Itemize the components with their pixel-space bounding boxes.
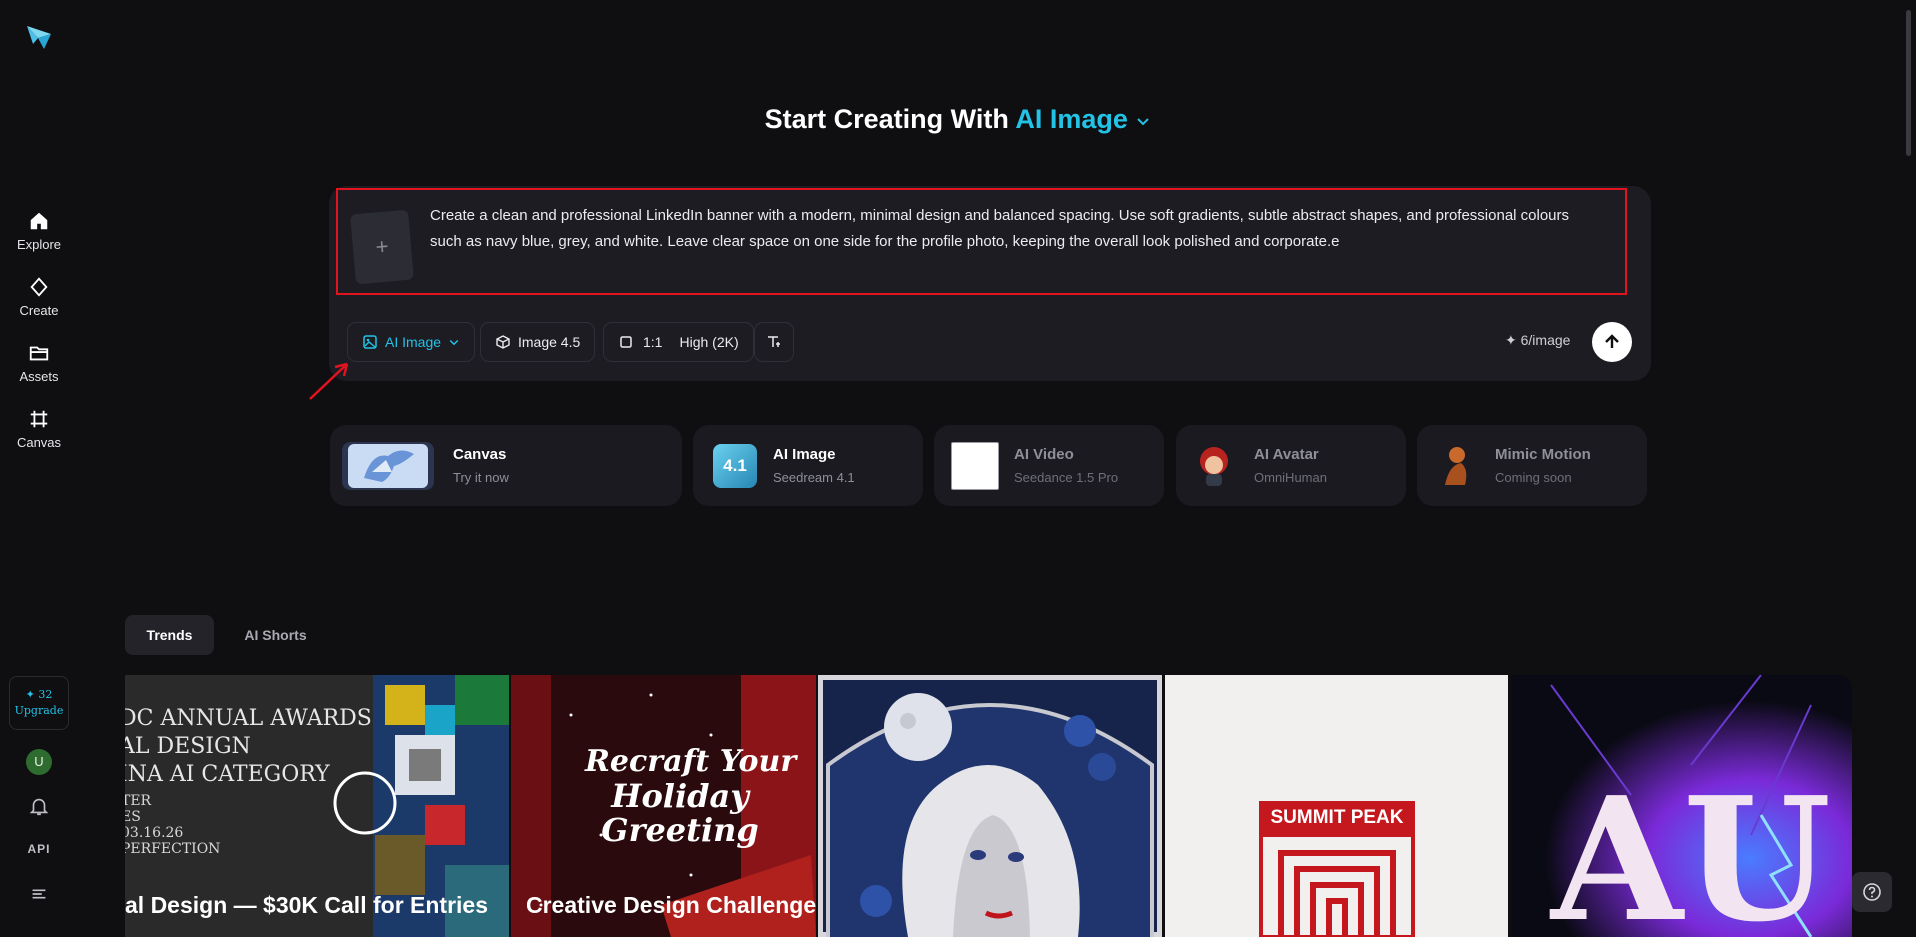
poster-line: 03.16.26: [125, 825, 184, 841]
feature-subtitle: Seedance 1.5 Pro: [1014, 470, 1119, 485]
chevron-down-icon: [449, 339, 459, 346]
api-link[interactable]: API: [0, 842, 78, 856]
feature-subtitle: Seedream 4.1: [773, 470, 855, 485]
holiday-lettering: Recraft Your Holiday Greeting: [585, 744, 797, 849]
sidebar-item-label: Explore: [16, 237, 62, 252]
home-icon: [30, 212, 48, 230]
app-logo-icon[interactable]: [24, 22, 54, 52]
poster-line: ES: [125, 809, 141, 825]
ratio-quality-button[interactable]: 1:1 High (2K): [603, 322, 754, 362]
add-reference-image-button[interactable]: +: [350, 209, 414, 285]
sidebar-item-assets[interactable]: Assets: [0, 342, 78, 384]
poster-line: DC ANNUAL AWARDS: [125, 706, 372, 731]
feature-title: AI Image: [773, 446, 836, 463]
poster-details: TER ES 03.16.26 PERFECTION: [125, 793, 220, 857]
ratio-label: 1:1: [643, 334, 663, 350]
tab-trends[interactable]: Trends: [125, 615, 214, 655]
text-format-icon: [768, 336, 780, 347]
poster-lines: DC ANNUAL AWARDS AL DESIGN INA AI CATEGO…: [125, 705, 372, 789]
poster-line: INA AI CATEGORY: [125, 762, 330, 787]
help-icon: [1863, 883, 1881, 901]
feature-card-mimic-motion[interactable]: Mimic Motion Coming soon: [1417, 425, 1647, 506]
prompt-input[interactable]: Create a clean and professional LinkedIn…: [430, 203, 1590, 255]
sidebar-item-create[interactable]: Create: [0, 276, 78, 318]
model-selector-button[interactable]: Image 4.5: [480, 322, 596, 362]
cost-per-image: ✦ 6/image: [1505, 332, 1571, 348]
credits-upgrade-box[interactable]: ✦ 32 Upgrade: [9, 676, 69, 730]
feature-subtitle: Coming soon: [1495, 470, 1572, 485]
mode-dropdown-button[interactable]: AI Image: [347, 322, 476, 362]
feature-card-ai-video[interactable]: AI Video Seedance 1.5 Pro: [934, 425, 1164, 506]
model-selector-label: Image 4.5: [518, 334, 581, 350]
send-button[interactable]: [1592, 322, 1632, 362]
diamond-icon: [30, 277, 48, 297]
sidebar-item-label: Canvas: [16, 435, 62, 450]
mode-selector[interactable]: AI Image: [1015, 104, 1151, 134]
motion-figure-thumbnail: [1445, 447, 1467, 485]
chevron-down-icon: [1137, 118, 1150, 126]
poster-line: AL DESIGN: [125, 734, 251, 759]
upgrade-link[interactable]: Upgrade: [10, 705, 68, 717]
help-button[interactable]: [1852, 872, 1892, 912]
mode-dropdown-label: AI Image: [385, 334, 442, 350]
feature-title: AI Video: [1014, 446, 1074, 463]
feature-title: Mimic Motion: [1495, 446, 1591, 463]
mode-selector-label: AI Image: [1015, 104, 1128, 134]
holiday-line: Greeting: [601, 811, 759, 849]
broken-image-icon: [951, 442, 999, 490]
poster-line: TER: [125, 793, 152, 809]
avatar-character-thumbnail: [1200, 447, 1228, 486]
bell-icon[interactable]: [28, 795, 50, 817]
page-title: Start Creating With AI Image: [0, 104, 1916, 135]
gallery-caption: al Design — $30K Call for Entries: [125, 892, 489, 918]
feature-card-ai-avatar[interactable]: AI Avatar OmniHuman: [1176, 425, 1406, 506]
gallery-card[interactable]: Recraft Your Holiday Greeting Creative D…: [511, 675, 816, 937]
page-scrollbar[interactable]: [1906, 10, 1911, 156]
arrow-up-icon: [1605, 334, 1619, 348]
text-style-button[interactable]: [754, 322, 794, 362]
holiday-line: Holiday: [611, 777, 749, 815]
feature-title: AI Avatar: [1254, 446, 1319, 463]
tab-ai-shorts[interactable]: AI Shorts: [224, 615, 327, 655]
canvas-thumbnail: [342, 442, 434, 490]
sidebar-item-canvas[interactable]: Canvas: [0, 408, 78, 450]
moon-portrait-art: [818, 675, 1162, 937]
gallery-card[interactable]: DC ANNUAL AWARDS AL DESIGN INA AI CATEGO…: [125, 675, 509, 937]
sidebar: Explore Create Assets Canvas ✦ 32 Upgrad…: [0, 0, 78, 937]
image-icon: [363, 335, 377, 349]
cube-icon: [496, 335, 510, 349]
ai-image-badge: 4.1: [713, 444, 757, 488]
folder-icon: [29, 346, 49, 361]
feature-subtitle: OmniHuman: [1254, 470, 1327, 485]
feature-subtitle: Try it now: [453, 470, 509, 485]
avatar[interactable]: U: [26, 749, 52, 775]
canvas-icon: [30, 410, 48, 428]
quality-label: High (2K): [679, 334, 739, 350]
feature-card-canvas[interactable]: Canvas Try it now: [330, 425, 682, 506]
sidebar-item-explore[interactable]: Explore: [0, 210, 78, 252]
sidebar-item-label: Create: [19, 303, 59, 318]
au-lettering: AU: [1551, 760, 1832, 937]
gallery-caption: Creative Design Challenge: [526, 892, 816, 918]
gallery-card[interactable]: AU: [1511, 675, 1852, 937]
title-prefix: Start Creating With: [764, 104, 1009, 134]
summit-peak-label: SUMMIT PEAK: [1270, 807, 1404, 828]
feature-card-ai-image[interactable]: 4.1 AI Image Seedream 4.1: [693, 425, 923, 506]
holiday-line: Recraft Your: [585, 744, 797, 779]
poster-line: PERFECTION: [125, 841, 221, 857]
square-ratio-icon: [620, 336, 632, 348]
summit-peak-logo-art: [1165, 675, 1508, 937]
gallery-card[interactable]: SUMMIT PEAK: [1165, 675, 1508, 937]
annotation-arrow-icon: [309, 362, 349, 400]
feature-title: Canvas: [453, 446, 507, 463]
sidebar-item-label: Assets: [19, 369, 59, 384]
credits-count: ✦ 32: [25, 688, 53, 701]
gallery-card[interactable]: [818, 675, 1162, 937]
menu-icon[interactable]: [28, 883, 50, 905]
